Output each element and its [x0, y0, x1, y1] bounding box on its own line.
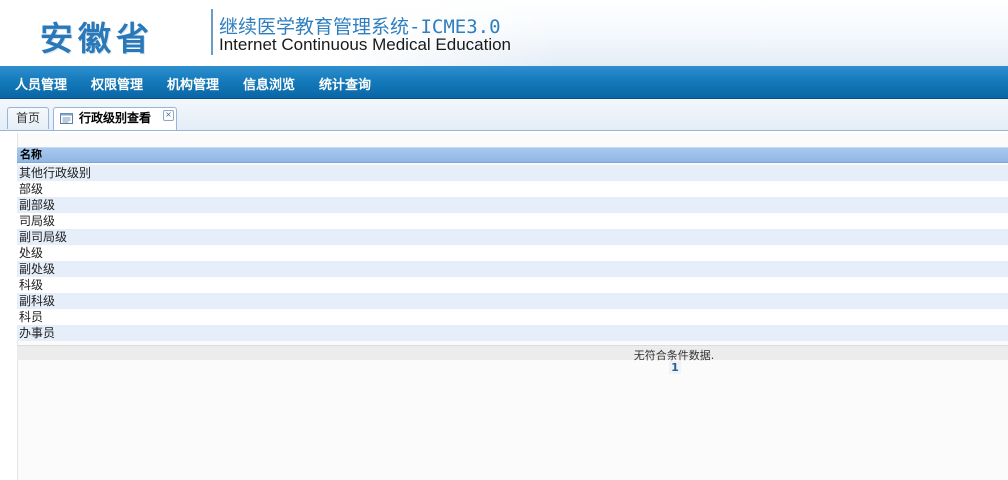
column-header-name: 名称	[20, 148, 42, 161]
table-row[interactable]: 副司局级	[17, 229, 1008, 245]
app-header: 安徽省 继续医学教育管理系统-ICME3.0 Internet Continuo…	[0, 0, 1008, 67]
table-row[interactable]: 司局级	[17, 213, 1008, 229]
table-row[interactable]: 科级	[17, 277, 1008, 293]
nav-item-personnel[interactable]: 人员管理	[15, 74, 67, 93]
close-icon[interactable]: ×	[163, 110, 174, 121]
table-row[interactable]: 副科级	[17, 293, 1008, 309]
nav-item-info-browse[interactable]: 信息浏览	[243, 74, 295, 93]
province-logo: 安徽省	[40, 19, 154, 58]
grid-column-header[interactable]: 名称	[17, 147, 1008, 163]
tab-admin-level-label: 行政级别查看	[79, 111, 152, 125]
nav-item-permissions[interactable]: 权限管理	[91, 74, 143, 93]
system-title-en: Internet Continuous Medical Education	[219, 35, 512, 54]
tab-home-label: 首页	[15, 111, 40, 125]
table-row[interactable]: 副处级	[17, 261, 1008, 277]
table-row[interactable]: 其他行政级别	[17, 165, 1008, 181]
table-row[interactable]: 副部级	[17, 197, 1008, 213]
grid-rows: 其他行政级别 部级 副部级 司局级 副司局级 处级 副处级 科级 副科级 科员 …	[17, 165, 1008, 341]
tab-home[interactable]: 首页	[7, 107, 49, 129]
nav-item-statistics[interactable]: 统计查询	[319, 74, 371, 93]
pager-page-1[interactable]: 1	[669, 361, 681, 374]
content-area: 名称 其他行政级别 部级 副部级 司局级 副司局级 处级 副处级 科级 副科级 …	[0, 131, 1008, 480]
logo-divider	[211, 9, 213, 55]
table-row[interactable]: 科员	[17, 309, 1008, 325]
tab-strip: 首页 行政级别查看 ×	[0, 99, 1008, 131]
table-row[interactable]: 办事员	[17, 325, 1008, 341]
main-nav: 人员管理 权限管理 机构管理 信息浏览 统计查询	[0, 66, 1008, 99]
table-row[interactable]: 部级	[17, 181, 1008, 197]
nav-item-organizations[interactable]: 机构管理	[167, 74, 219, 93]
table-row[interactable]: 处级	[17, 245, 1008, 261]
no-data-message: 无符合条件数据.	[633, 349, 715, 362]
tab-admin-level-view[interactable]: 行政级别查看 ×	[53, 107, 177, 130]
document-list-icon	[60, 113, 73, 124]
